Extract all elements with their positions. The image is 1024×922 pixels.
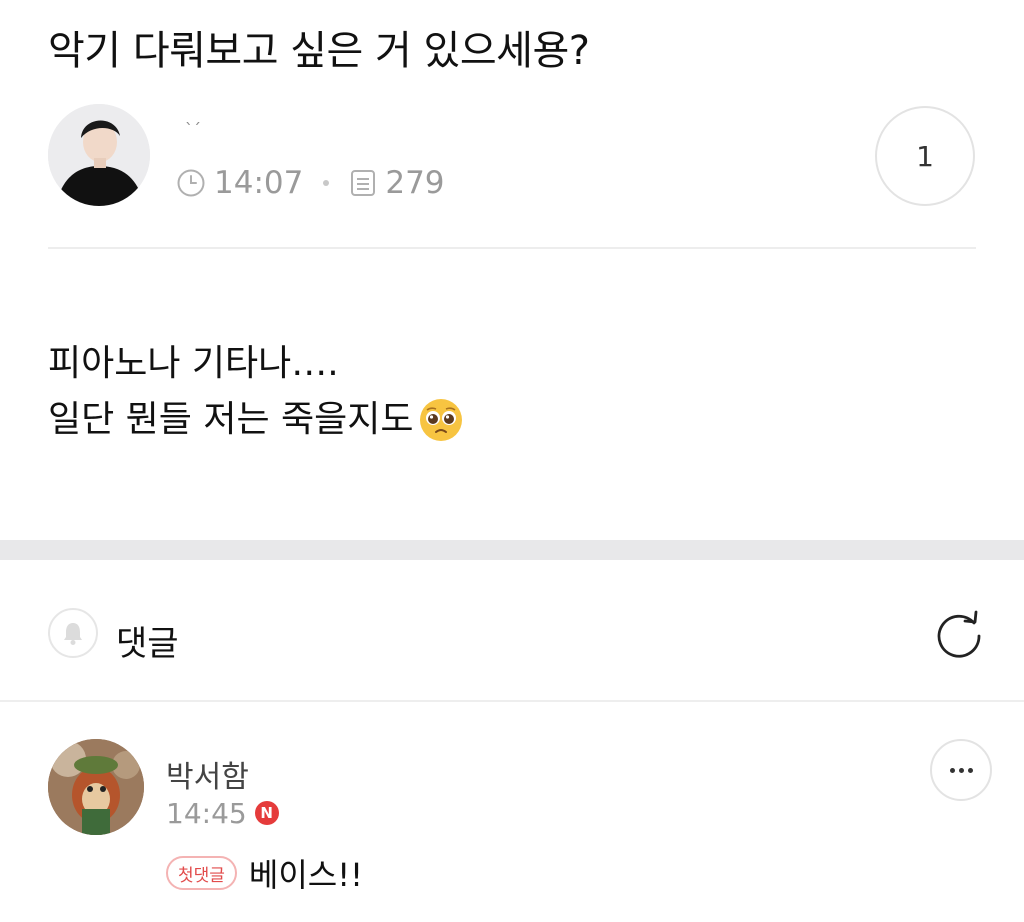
notification-toggle-button[interactable] bbox=[48, 608, 98, 658]
more-icon bbox=[949, 767, 955, 773]
body-line: 피아노나 기타나…. bbox=[48, 336, 464, 392]
post-body: 피아노나 기타나…. 일단 뭔들 저는 죽을지도 bbox=[48, 336, 464, 448]
comment-content: 첫댓글 베이스!! bbox=[166, 852, 363, 894]
divider bbox=[0, 700, 1024, 702]
post-time: 14:07 bbox=[214, 165, 304, 201]
new-badge: N bbox=[254, 801, 279, 825]
author-avatar[interactable] bbox=[48, 104, 150, 206]
more-options-button[interactable] bbox=[930, 739, 992, 801]
comments-header: 댓글 bbox=[48, 606, 988, 664]
author-name[interactable]: ˋˊ bbox=[185, 120, 201, 139]
post-title: 악기 다뤄보고 싶은 거 있으세용? bbox=[48, 28, 590, 74]
first-comment-badge: 첫댓글 bbox=[166, 856, 237, 890]
meta-separator bbox=[323, 180, 330, 186]
comment-time: 14:45 bbox=[166, 796, 247, 830]
more-icon-dot bbox=[958, 767, 964, 773]
section-separator bbox=[0, 540, 1024, 560]
refresh-button[interactable] bbox=[932, 606, 988, 662]
post-meta: 14:07 279 bbox=[176, 164, 445, 202]
author-avatar-image bbox=[48, 104, 150, 206]
refresh-icon bbox=[937, 610, 981, 658]
comment-meta: 14:45 N bbox=[166, 795, 279, 831]
more-icon-dot bbox=[967, 767, 973, 773]
comment-text: 베이스!! bbox=[248, 856, 363, 894]
post-views: 279 bbox=[385, 165, 445, 201]
document-icon bbox=[351, 170, 376, 196]
commenter-avatar-image bbox=[48, 739, 144, 835]
commenter-name[interactable]: 박서함 bbox=[166, 752, 249, 796]
body-line: 일단 뭔들 저는 죽을지도 bbox=[48, 392, 464, 448]
comments-label: 댓글 bbox=[116, 624, 179, 664]
bell-icon bbox=[64, 623, 82, 645]
pleading-face-emoji bbox=[419, 399, 462, 441]
comment-count-button[interactable]: 1 bbox=[875, 106, 975, 206]
clock-icon bbox=[177, 169, 205, 197]
commenter-avatar[interactable] bbox=[48, 739, 144, 835]
divider bbox=[48, 247, 976, 249]
body-line-text: 일단 뭔들 저는 죽을지도 bbox=[48, 399, 414, 440]
body-line-text: 피아노나 기타나…. bbox=[48, 343, 339, 384]
